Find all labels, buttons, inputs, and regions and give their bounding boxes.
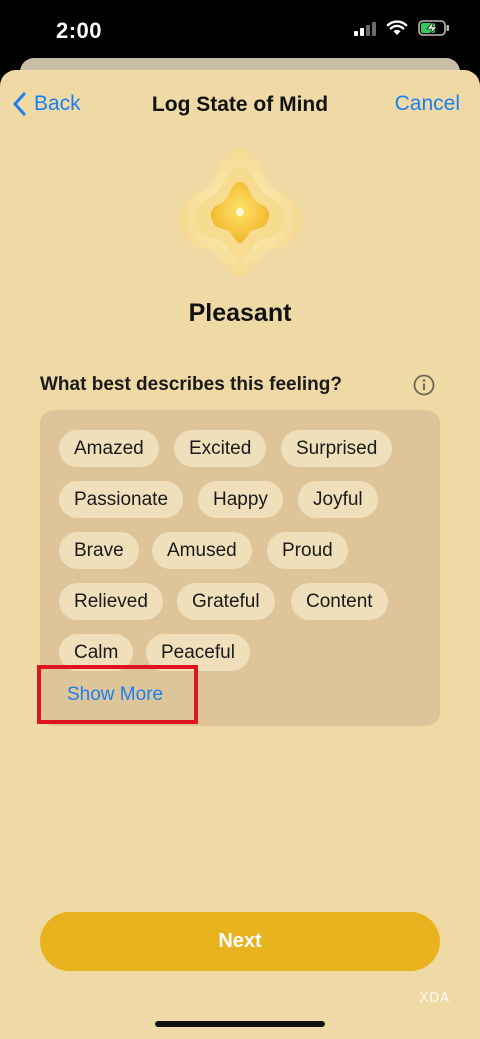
feeling-chip-happy[interactable]: Happy — [198, 481, 283, 518]
watermark-logo: XDA — [419, 991, 450, 1006]
cancel-button[interactable]: Cancel — [395, 92, 460, 116]
question-text: What best describes this feeling? — [40, 374, 342, 395]
mood-flower-icon — [177, 148, 303, 278]
highlight-annotation-box — [37, 665, 198, 724]
cellular-signal-icon — [354, 20, 376, 36]
feeling-chip-surprised[interactable]: Surprised — [281, 430, 393, 467]
feeling-chip-brave[interactable]: Brave — [59, 532, 139, 569]
feeling-chip-content[interactable]: Content — [291, 583, 388, 620]
feeling-chip-grateful[interactable]: Grateful — [177, 583, 275, 620]
status-icons — [354, 20, 450, 36]
feeling-chip-relieved[interactable]: Relieved — [59, 583, 163, 620]
wifi-icon — [386, 20, 408, 35]
feeling-chip-proud[interactable]: Proud — [267, 532, 348, 569]
status-bar: 2:00 — [0, 0, 480, 66]
next-button[interactable]: Next — [40, 912, 440, 971]
info-icon[interactable] — [413, 374, 435, 396]
battery-charging-icon — [418, 20, 449, 36]
feeling-chip-passionate[interactable]: Passionate — [59, 481, 184, 518]
mood-label: Pleasant — [188, 299, 292, 327]
feeling-chip-amazed[interactable]: Amazed — [59, 430, 159, 467]
feeling-chip-joyful[interactable]: Joyful — [298, 481, 378, 518]
status-time: 2:00 — [56, 18, 103, 43]
feeling-chip-amused[interactable]: Amused — [152, 532, 252, 569]
log-state-of-mind-sheet: Back Log State of Mind Cancel Pleasant W… — [0, 70, 480, 1039]
navigation-bar: Back Log State of Mind Cancel — [0, 70, 480, 140]
feeling-chip-excited[interactable]: Excited — [174, 430, 267, 467]
home-indicator — [155, 1021, 325, 1027]
